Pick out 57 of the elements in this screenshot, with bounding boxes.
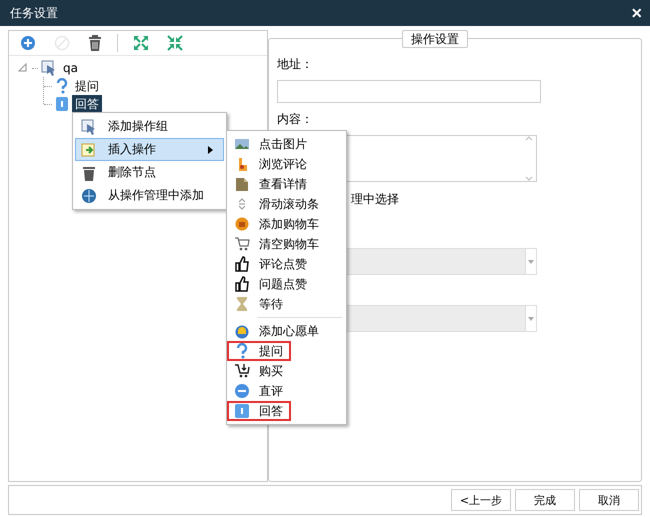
menu-item[interactable]: 等待 bbox=[227, 294, 291, 314]
expand-icon bbox=[133, 35, 149, 51]
question-icon bbox=[55, 78, 69, 94]
menu-item[interactable]: 提问 bbox=[227, 341, 291, 361]
menu-item[interactable]: 添加操作组 bbox=[75, 115, 224, 138]
menu-item[interactable]: 查看详情 bbox=[227, 174, 312, 194]
picture-icon bbox=[234, 136, 250, 152]
cart-icon bbox=[234, 236, 250, 252]
cart-down-icon bbox=[234, 363, 250, 379]
document-icon bbox=[234, 176, 250, 192]
dropdown-arrow-icon bbox=[528, 316, 534, 320]
menu-item[interactable]: 添加购物车 bbox=[227, 214, 324, 234]
note-icon bbox=[55, 96, 69, 112]
tree-item[interactable]: 回答 bbox=[72, 94, 102, 114]
address-field[interactable] bbox=[277, 80, 541, 103]
menu-item[interactable]: 回答 bbox=[227, 401, 291, 421]
menu-item[interactable]: 问题点赞 bbox=[227, 274, 312, 294]
menu-item[interactable]: 从操作管理中添加 bbox=[75, 184, 224, 207]
menu-item[interactable]: 点击图片 bbox=[227, 134, 312, 154]
window-title: 任务设置 bbox=[10, 4, 58, 22]
menu-item[interactable]: 滑动滚动条 bbox=[227, 194, 324, 214]
address-label: 地址： bbox=[277, 57, 314, 71]
trash-icon bbox=[88, 35, 102, 51]
thumbs-up-icon bbox=[234, 256, 250, 272]
scroll-up-icon[interactable] bbox=[525, 136, 533, 141]
menu-item[interactable]: 添加心愿单 bbox=[227, 321, 324, 341]
tree-item[interactable]: 提问 bbox=[72, 76, 102, 96]
hourglass-icon bbox=[234, 296, 250, 312]
option-label: 理中选择 bbox=[351, 191, 400, 208]
scroll-down-icon[interactable] bbox=[525, 176, 533, 181]
menu-item[interactable]: 浏览评论 bbox=[227, 154, 312, 174]
menu-item[interactable]: 购买 bbox=[227, 361, 291, 381]
globe-icon bbox=[81, 188, 97, 204]
cursor-icon bbox=[81, 118, 97, 134]
question-icon bbox=[234, 343, 250, 359]
menu-item[interactable]: 插入操作 bbox=[75, 138, 224, 161]
menu-item[interactable]: 清空购物车 bbox=[227, 234, 324, 254]
content-label: 内容： bbox=[277, 112, 314, 126]
insert-icon bbox=[81, 142, 97, 156]
footer-button[interactable]: 取消 bbox=[579, 489, 639, 511]
menu-item[interactable]: 删除节点 bbox=[75, 161, 224, 184]
thumbs-up-icon bbox=[234, 276, 250, 292]
submenu-arrow-icon bbox=[208, 146, 213, 154]
panel-title: 操作设置 bbox=[402, 30, 468, 48]
menu-item[interactable]: 评论点赞 bbox=[227, 254, 312, 274]
tree-item[interactable]: qa bbox=[60, 60, 81, 76]
menu-item[interactable]: 直评 bbox=[227, 381, 291, 401]
dropdown-arrow-icon bbox=[528, 260, 534, 264]
add-icon bbox=[20, 35, 36, 51]
cursor-icon bbox=[41, 60, 57, 76]
footer-button[interactable]: 完成 bbox=[515, 489, 575, 511]
collapse-icon bbox=[167, 35, 183, 51]
note-icon bbox=[234, 403, 250, 419]
footer-button[interactable]: <上一步 bbox=[451, 489, 511, 511]
close-button[interactable]: × bbox=[631, 4, 642, 22]
collapse-arrow-icon[interactable] bbox=[17, 63, 29, 73]
trash-icon bbox=[82, 164, 96, 180]
